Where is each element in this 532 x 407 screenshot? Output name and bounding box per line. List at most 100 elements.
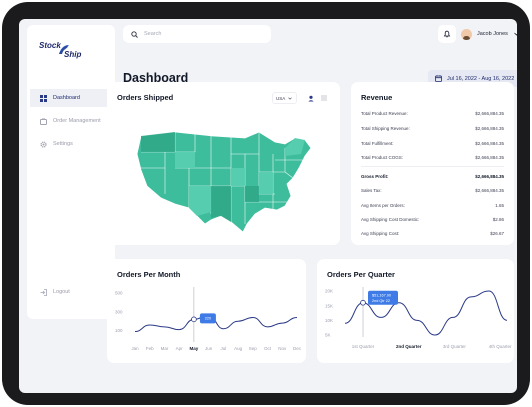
sidebar-item-label: Dashboard: [53, 95, 80, 101]
x-tick-label: Apr: [176, 346, 184, 351]
orders-shipped-title: Orders Shipped: [117, 93, 174, 102]
revenue-row-value: $26.67: [490, 231, 504, 236]
revenue-row-value: $2,666,884.35: [475, 155, 504, 160]
y-tick-label: 20K: [325, 289, 333, 294]
view-toggle[interactable]: [304, 92, 330, 104]
orders-per-quarter-title: Orders Per Quarter: [327, 270, 395, 279]
search-icon: [131, 30, 138, 38]
region-value: USA: [276, 95, 286, 101]
revenue-card: Revenue Total Product Revenue: $2,666,88…: [351, 82, 514, 245]
chart-tooltip-label: 2nd Qtr 22: [372, 299, 390, 303]
revenue-row: Sales Tax: $2,666,884.35: [361, 188, 504, 193]
revenue-row-value: $2,666,884.35: [475, 188, 504, 193]
search-placeholder: Search: [144, 31, 162, 37]
notifications-button[interactable]: [438, 25, 456, 43]
list-icon[interactable]: [317, 92, 330, 104]
x-tick-label: Mar: [161, 346, 169, 351]
revenue-row-value: $2,666,884.35: [475, 126, 504, 131]
y-tick-label: 10K: [325, 318, 333, 323]
stockship-logo: Stock Ship: [39, 39, 89, 67]
box-icon: [39, 117, 47, 125]
gear-icon: [39, 140, 47, 148]
revenue-row-value: $2,666,884.35: [475, 141, 504, 146]
revenue-row-value: $2,666,884.35: [475, 174, 504, 179]
x-tick-label: Dec: [293, 346, 302, 351]
revenue-row-value: $2,666,884.35: [475, 111, 504, 116]
x-tick-label: Jan: [131, 346, 139, 351]
revenue-row-label: Gross Profit:: [361, 174, 389, 179]
orders-per-quarter-card: Orders Per Quarter 20K 15K 10K 5K $51,167.90…: [317, 259, 514, 363]
x-tick-label: Aug: [234, 346, 243, 351]
user-menu[interactable]: Jacob Jones: [461, 25, 517, 43]
revenue-row: Total Product COGS: $2,666,884.35: [361, 155, 504, 160]
revenue-row: Avg Shipping Cost: $26.67: [361, 231, 504, 236]
sidebar-item-dashboard[interactable]: Dashboard: [30, 89, 112, 107]
revenue-row-label: Avg Shipping Cost Domestic:: [361, 217, 420, 222]
x-tick-label: May: [190, 346, 199, 351]
orders-per-month-card: Orders Per Month 500 300 100 220 Jan Feb Mar Ap…: [107, 259, 306, 363]
y-tick-label: 500: [115, 291, 123, 296]
revenue-row-value: $2.86: [492, 217, 504, 222]
sidebar-item-order-management[interactable]: Order Management: [30, 112, 112, 130]
x-tick-label: Oct: [264, 346, 272, 351]
chevron-down-icon: [514, 32, 517, 36]
app-screen: Stock Ship Dashboard Order Management Se…: [19, 19, 517, 393]
x-tick-label: Feb: [146, 346, 154, 351]
y-tick-label: 300: [115, 309, 123, 314]
x-tick-label: 2nd Quarter: [396, 344, 422, 349]
revenue-row-label: Avg Items per Orders:: [361, 203, 405, 208]
grid-icon: [39, 94, 47, 102]
user-name: Jacob Jones: [477, 31, 508, 37]
logout-icon: [39, 288, 47, 296]
y-tick-label: 15K: [325, 303, 333, 308]
x-tick-label: 4th Quarter: [489, 344, 512, 349]
chart-tooltip-value: $51,167.90: [372, 294, 391, 298]
tablet-bezel: Stock Ship Dashboard Order Management Se…: [2, 2, 530, 405]
revenue-row: Total Shipping Revenue: $2,666,884.35: [361, 126, 504, 131]
search-input[interactable]: Search: [123, 25, 271, 43]
calendar-icon: [435, 75, 442, 82]
revenue-row-label: Avg Shipping Cost:: [361, 231, 400, 236]
region-select[interactable]: USA: [272, 92, 297, 104]
highlight-point[interactable]: [360, 299, 366, 306]
x-tick-label: Nov: [278, 346, 287, 351]
revenue-row: Avg Shipping Cost Domestic: $2.86: [361, 217, 504, 222]
revenue-row: Avg Items per Orders: 1.65: [361, 203, 504, 208]
logo-swoosh-icon: [59, 45, 69, 54]
month-series-line: [134, 315, 298, 333]
revenue-row-label: Sales Tax:: [361, 188, 382, 193]
revenue-row-label: Total Fulfillment:: [361, 141, 394, 146]
x-tick-label: 1st Quarter: [352, 344, 375, 349]
sidebar: Stock Ship Dashboard Order Management Se…: [27, 25, 115, 319]
map-pin-icon[interactable]: [304, 92, 317, 104]
orders-per-month-title: Orders Per Month: [117, 270, 181, 279]
orders-per-month-chart: 500 300 100 220 Jan Feb Mar Apr May Jun Jul Aug Sep O…: [115, 287, 302, 351]
logout-label: Logout: [53, 289, 70, 295]
revenue-row: Total Product Revenue: $2,666,884.35: [361, 111, 504, 116]
x-tick-label: Jun: [205, 346, 213, 351]
logout-button[interactable]: Logout: [30, 283, 112, 301]
date-range-text: Jul 16, 2022 - Aug 16, 2022: [447, 75, 515, 82]
usa-map: [136, 131, 312, 232]
chart-tooltip-value: 220: [205, 317, 211, 321]
x-tick-label: 3rd Quarter: [443, 344, 467, 349]
revenue-divider: [361, 166, 504, 167]
x-tick-label: Sep: [249, 346, 258, 351]
sidebar-item-label: Order Management: [53, 118, 101, 124]
revenue-title: Revenue: [361, 93, 393, 102]
revenue-row-label: Total Shipping Revenue:: [361, 126, 410, 131]
highlight-point[interactable]: [191, 316, 197, 323]
y-tick-label: 100: [115, 328, 123, 333]
revenue-row: Total Fulfillment: $2,666,884.35: [361, 141, 504, 146]
chevron-down-icon: [288, 96, 292, 100]
orders-per-quarter-chart: 20K 15K 10K 5K $51,167.902nd Qtr 22 1st Quart…: [325, 287, 512, 349]
revenue-row-label: Total Product Revenue:: [361, 111, 408, 116]
sidebar-item-settings[interactable]: Settings: [30, 135, 112, 153]
avatar: [461, 28, 472, 40]
x-tick-label: Jul: [220, 346, 226, 351]
y-tick-label: 5K: [325, 333, 331, 338]
sidebar-item-label: Settings: [53, 141, 73, 147]
revenue-row-label: Total Product COGS:: [361, 155, 404, 160]
orders-shipped-card: Orders Shipped USA: [107, 82, 340, 245]
revenue-row-value: 1.65: [495, 203, 504, 208]
